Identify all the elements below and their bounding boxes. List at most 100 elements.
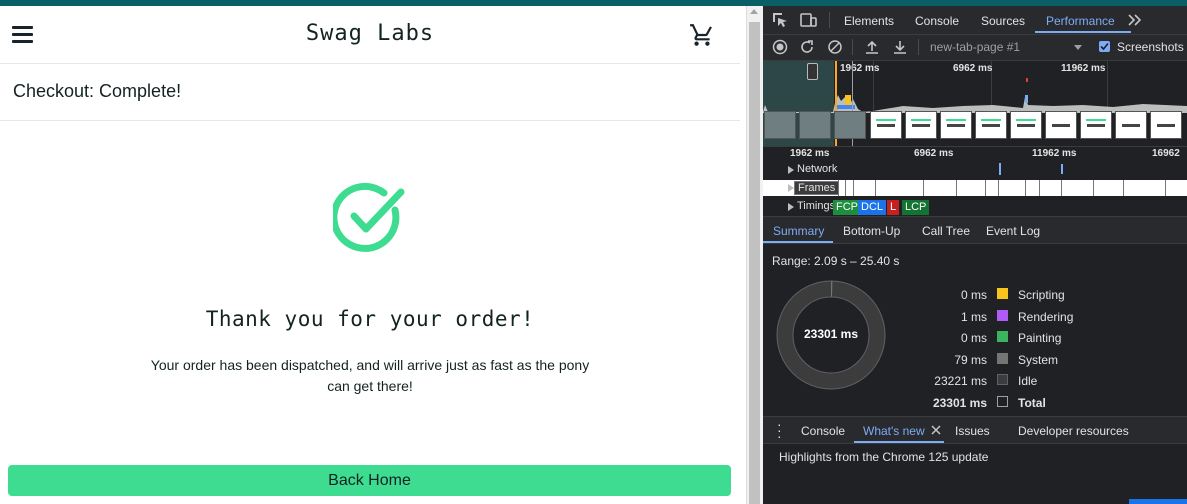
legend-name: Painting [1018,331,1062,345]
network-request-bar[interactable] [1061,164,1063,174]
legend-name: Total [1018,396,1046,410]
screenshot-thumbnail[interactable] [870,111,902,139]
expand-triangle-icon[interactable] [788,166,794,174]
toolbar-divider [852,39,853,55]
legend-row-system: 79 ms System [913,350,1187,371]
overview-time-label: 11962 ms [1061,63,1106,74]
more-tabs-icon[interactable] [1128,14,1142,26]
devtools-tabbar: Elements Console Sources Performance [763,6,1187,35]
shopping-cart-icon[interactable] [689,22,715,48]
device-toolbar-icon[interactable] [800,12,817,28]
legend-name: System [1018,353,1059,367]
tab-sources[interactable]: Sources [981,14,1025,28]
complete-header: Thank you for your order! [205,307,535,331]
tab-call-tree[interactable]: Call Tree [922,224,970,238]
legend-name: Rendering [1018,310,1074,324]
drawer-tabbar: · · · Console What's new Issues Developer … [763,416,1187,444]
load-marker[interactable]: L [887,200,900,215]
timeline-overview[interactable]: 1962 ms 6962 ms 11962 ms [763,61,1187,146]
drawer-tab-console[interactable]: Console [801,424,845,438]
upload-icon[interactable] [864,39,880,55]
legend-swatch [997,374,1008,385]
tab-summary[interactable]: Summary [773,224,824,238]
active-tab-indicator [1035,31,1131,33]
record-icon[interactable] [772,39,788,55]
frame-bar [998,180,999,196]
target-select[interactable]: new-tab-page #1 [930,40,1020,54]
ruler-label: 16962 [1152,148,1180,159]
legend-swatch [997,331,1008,342]
download-icon[interactable] [892,39,908,55]
screenshot-thumbnail[interactable] [799,111,831,139]
tab-bottom-up[interactable]: Bottom-Up [843,224,900,238]
legend-value: 1 ms [960,310,987,324]
close-icon[interactable] [931,425,941,435]
frame-bar [853,180,854,196]
ruler-label: 11962 ms [1032,148,1077,159]
screenshot-thumbnail[interactable] [940,111,972,139]
tab-elements[interactable]: Elements [844,14,894,28]
legend-value: 23221 ms [934,374,987,388]
frame-bar [845,180,846,196]
donut-total-label: 23301 ms [803,327,859,341]
screenshot-thumbnail[interactable] [1010,111,1042,139]
whats-new-banner-edge [1129,499,1187,504]
lcp-marker[interactable]: LCP [902,200,930,215]
network-request-bar[interactable] [999,163,1001,175]
frame-bar [875,180,876,196]
legend-row-rendering: 1 ms Rendering [913,307,1187,328]
overview-time-label: 1962 ms [840,63,880,74]
toolbar-divider [918,39,919,55]
screenshot-thumbnail[interactable] [1115,111,1147,139]
tab-divider [829,12,830,28]
legend-value: 0 ms [960,288,987,302]
legend-row-painting: 0 ms Painting [913,328,1187,349]
screenshot-thumbnail[interactable] [1045,111,1077,139]
drawer-tab-issues[interactable]: Issues [955,424,990,438]
frame-bar [985,180,986,196]
screenshot-thumbnail[interactable] [975,111,1007,139]
timings-track[interactable]: Timings [763,198,1187,215]
cpu-activity-graph [763,78,1187,113]
ruler-label: 1962 ms [790,148,830,159]
chevron-down-icon[interactable] [1074,45,1082,50]
dcl-marker[interactable]: DCL [858,200,887,215]
clear-icon[interactable] [827,39,843,55]
network-track[interactable]: Network [763,161,1187,178]
reload-icon[interactable] [799,39,815,55]
frame-bar [1093,180,1094,196]
tab-console[interactable]: Console [915,14,959,28]
scrollbar-thumb[interactable] [749,22,760,504]
scroll-up-arrow-icon[interactable] [750,9,758,14]
tab-performance[interactable]: Performance [1046,14,1115,28]
back-home-button[interactable]: Back Home [8,465,731,496]
frames-track-label: Frames [794,181,840,195]
frame-bar [923,180,924,196]
drawer-tab-whats-new[interactable]: What's new [863,424,925,438]
secondary-header: Checkout: Complete! [0,64,740,121]
screenshots-checkbox[interactable] [1099,41,1110,52]
frame-bar [956,180,957,196]
performance-toolbar: new-tab-page #1 Screenshots [763,35,1187,61]
screenshots-label[interactable]: Screenshots [1117,40,1184,54]
page-title: Checkout: Complete! [13,81,182,101]
drawer-tab-developer-resources[interactable]: Developer resources [1018,424,1129,438]
tab-event-log[interactable]: Event Log [986,224,1040,238]
overview-time-label: 6962 ms [953,63,993,74]
legend-swatch [997,288,1008,299]
legend-swatch [997,396,1008,407]
screenshot-thumbnail[interactable] [764,111,796,139]
fcp-marker[interactable]: FCP [833,200,861,215]
expand-triangle-icon[interactable] [788,203,794,211]
frame-bar [1123,180,1124,196]
checkbox-tick-icon [1100,42,1109,51]
screenshot-thumbnail[interactable] [834,111,866,139]
screenshot-thumbnail[interactable] [1150,111,1182,139]
frame-bar [1165,180,1166,196]
screenshot-thumbnail[interactable] [1080,111,1112,139]
screenshot-thumbnail[interactable] [905,111,937,139]
inspect-element-icon[interactable] [772,12,788,28]
legend-row-idle: 23221 ms Idle [913,371,1187,392]
drawer-menu-icon[interactable]: · · · [777,417,782,443]
legend-name: Idle [1018,374,1038,388]
